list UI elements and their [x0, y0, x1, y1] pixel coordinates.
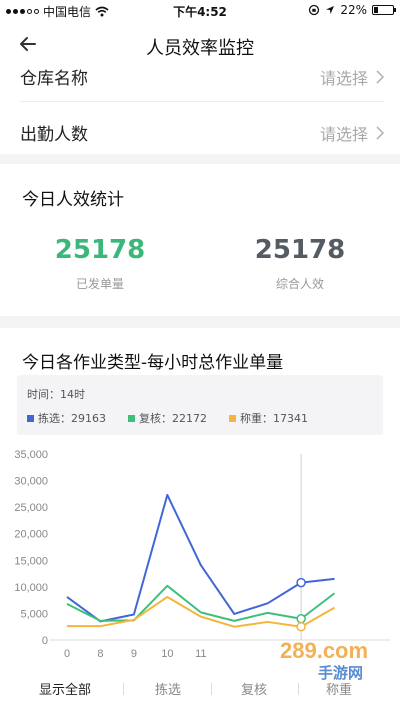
x-tick-label: 9: [131, 648, 137, 660]
series-line-拣选: [66, 493, 335, 623]
stat-shipped-label: 已发单量: [75, 277, 124, 291]
attendance-label: 出勤人数: [20, 125, 88, 145]
chart-legend: 拣选：29163 复核：22172 称重：17341: [27, 410, 330, 426]
attendance-selector[interactable]: 出勤人数 请选择: [20, 120, 384, 145]
page-title: 人员效率监控: [146, 38, 254, 59]
legend-label: 复核：22172: [139, 412, 207, 425]
chart-title: 今日各作业类型-每小时总作业单量: [22, 353, 284, 373]
warehouse-placeholder: 请选择: [319, 68, 368, 88]
highlight-point: [296, 621, 306, 632]
tab-separator: [298, 683, 299, 695]
status-bar: 中国电信 下午4:52 22%: [0, 0, 400, 22]
legend-swatch: [229, 414, 236, 422]
watermark-text-top: 289.com: [280, 638, 368, 663]
filter-form: 仓库名称 请选择 出勤人数 请选择: [0, 68, 400, 154]
x-tick-label: 10: [161, 648, 173, 660]
watermark-text-bottom: 手游网: [318, 664, 363, 682]
y-tick-label: 10,000: [14, 582, 48, 594]
attendance-placeholder: 请选择: [319, 124, 368, 144]
tab-show-all[interactable]: 显示全部: [30, 679, 100, 698]
row-divider: [20, 101, 384, 102]
y-tick-label: 5,000: [20, 608, 48, 620]
legend-label: 称重：17341: [240, 412, 308, 425]
chevron-right-icon: [376, 125, 384, 140]
stat-efficiency-value: 25178: [254, 235, 346, 265]
tab-pick[interactable]: 拣选: [133, 679, 203, 698]
stat-efficiency-label: 综合人效: [275, 277, 324, 291]
stat-shipped-value: 25178: [54, 235, 146, 265]
nav-bar: 人员效率监控: [0, 22, 400, 68]
highlight-point: [296, 613, 306, 624]
location-icon: [326, 6, 335, 14]
highlight-point: [296, 577, 306, 588]
x-tick-label: 11: [195, 648, 206, 660]
chevron-right-icon: [376, 69, 384, 84]
legend-swatch: [27, 414, 34, 422]
y-tick-label: 25,000: [14, 502, 48, 514]
warehouse-label: 仓库名称: [20, 69, 88, 89]
y-tick-label: 20,000: [14, 529, 48, 541]
site-watermark: 289.com 手游网: [280, 638, 368, 682]
stat-shipped: 25178 已发单量: [0, 235, 200, 292]
y-tick-label: 30,000: [14, 476, 48, 488]
tab-separator: [123, 683, 124, 695]
warehouse-selector[interactable]: 仓库名称 请选择: [20, 68, 384, 89]
stats-card: 今日人效统计 25178 已发单量 25178 综合人效: [0, 164, 400, 316]
legend-label: 拣选：29163: [38, 412, 106, 425]
hourly-volume-chart[interactable]: 35,000 30,000 25,000 20,000 15,000 10,000 5,00…: [0, 438, 400, 668]
legend-swatch: [128, 414, 135, 422]
battery-icon: [372, 5, 396, 15]
attendance-value: 请选择: [320, 121, 384, 145]
y-tick-label: 35,000: [14, 449, 48, 461]
legend-item-review: 复核：22172: [128, 410, 207, 426]
stat-efficiency: 25178 综合人效: [200, 235, 400, 292]
x-tick-label: 8: [97, 648, 103, 660]
stats-title: 今日人效统计: [22, 190, 124, 210]
legend-item-weigh: 称重：17341: [229, 410, 308, 426]
status-right: 22%: [308, 3, 396, 17]
tab-separator: [211, 683, 212, 695]
tooltip-time: 时间：14时: [27, 388, 85, 401]
rotation-lock-icon: [309, 4, 320, 16]
x-tick-label: 0: [64, 648, 70, 660]
battery-percent: 22%: [340, 3, 367, 17]
legend-item-pick: 拣选：29163: [27, 410, 106, 426]
chart-tooltip: 时间：14时 拣选：29163 复核：22172 称重：17341: [17, 375, 383, 435]
y-tick-label: 0: [42, 635, 48, 647]
y-tick-label: 15,000: [14, 555, 48, 567]
warehouse-value: 请选择: [320, 68, 384, 89]
